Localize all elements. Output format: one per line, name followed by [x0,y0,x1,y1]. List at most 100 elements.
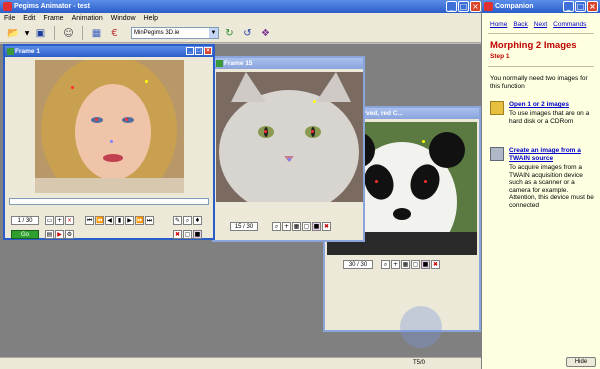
nav-home[interactable]: Home [490,21,507,28]
maximize-icon[interactable]: □ [195,47,203,55]
settings-icon[interactable]: ⚙ [65,230,74,239]
export-icon[interactable]: ▶ [55,230,64,239]
first-frame-icon[interactable]: ⏮ [85,216,94,225]
toolbar-separator [54,26,55,40]
frames-icon[interactable]: ▦ [89,26,104,41]
toolbar: 📂 ▼ ▣ ☺ ▦ € MinPegims 3D.ie ▼ ↻ ↺ ❖ [0,24,481,43]
last-frame-icon[interactable]: ⏭ [145,216,154,225]
menubar: File Edit Frame Animation Window Help [0,13,481,24]
woman-illustration [35,60,184,193]
menu-animation[interactable]: Animation [72,15,103,22]
hide-button[interactable]: Hide [566,357,596,367]
preview-icon[interactable]: ❖ [258,26,273,41]
menu-help[interactable]: Help [144,15,158,22]
morph-point[interactable] [288,158,291,161]
lock-icon[interactable]: ♦ [193,216,202,225]
close-icon[interactable]: × [587,1,598,12]
zoom-icon[interactable]: ⌕ [272,222,281,231]
menu-edit[interactable]: Edit [23,15,35,22]
companion-titlebar: Companion _ □ × [482,0,600,13]
user-icon[interactable]: ☺ [61,26,76,41]
close-icon[interactable]: × [204,47,212,55]
frame-window-1-titlebar[interactable]: Frame 1 _ □ × [5,46,213,57]
morph-point[interactable] [264,130,267,133]
maximize-icon[interactable]: □ [575,1,586,12]
format-select-value: MinPegims 3D.ie [134,30,180,36]
morph-point[interactable] [375,180,378,183]
frame-window-2[interactable]: Frame 15 15 / 30 ⌕ + ▦ ▢ ■ ✖ [212,56,365,242]
save-icon[interactable]: ▣ [33,26,48,41]
minimize-icon[interactable]: _ [563,1,574,12]
timeline-slider[interactable] [9,198,209,205]
menu-frame[interactable]: Frame [43,15,63,22]
euro-icon[interactable]: € [107,26,122,41]
frame-icon [7,48,14,55]
companion-panel: Companion _ □ × Home Back Next Commands … [481,0,600,369]
scanner-icon [490,147,504,161]
cross-icon[interactable]: ✖ [431,260,440,269]
grid-icon[interactable]: ▦ [292,222,301,231]
fast-forward-icon[interactable]: ⏩ [135,216,144,225]
frame-icon[interactable]: ▢ [302,222,311,231]
layer-icon[interactable]: ■ [421,260,430,269]
add-frame-icon[interactable]: + [55,216,64,225]
zoom-icon[interactable]: ⌕ [381,260,390,269]
morph-point[interactable] [110,140,113,143]
grid-icon[interactable]: ▦ [401,260,410,269]
delete-frame-icon[interactable]: × [65,216,74,225]
prev-frame-icon[interactable]: ◀ [105,216,114,225]
frame-window-2-titlebar[interactable]: Frame 15 [214,58,363,69]
morph-point[interactable] [125,118,128,121]
layer-icon[interactable]: ■ [193,230,202,239]
minimize-icon[interactable]: _ [186,47,194,55]
morph-point[interactable] [71,86,74,89]
edit-icon[interactable]: ✎ [173,216,182,225]
nav-back[interactable]: Back [513,21,527,28]
frame-icon[interactable]: ▢ [183,230,192,239]
nav-commands[interactable]: Commands [553,21,586,28]
twain-link[interactable]: Create an image from a TWAIN source [509,147,595,162]
dropdown-arrow-icon[interactable]: ▼ [24,26,30,41]
properties-icon[interactable]: ▤ [45,230,54,239]
option-open-images[interactable]: Open 1 or 2 images To use images that ar… [490,101,596,141]
maximize-icon[interactable]: □ [458,1,469,12]
morph-point[interactable] [311,130,314,133]
frame-icon[interactable]: ▢ [411,260,420,269]
menu-file[interactable]: File [4,15,15,22]
zoom-in-icon[interactable]: + [391,260,400,269]
morph-point[interactable] [145,80,148,83]
option-twain[interactable]: Create an image from a TWAIN source To a… [490,147,596,227]
insert-frame-icon[interactable]: ▭ [45,216,54,225]
close-icon[interactable]: × [470,1,481,12]
frame-window-1[interactable]: Frame 1 _ □ × 1 / 30 ▭ + × ⏮ ⏪ ◀ ▮ ▶ ⏩ ⏭… [3,44,215,240]
go-button[interactable]: Go [11,230,39,239]
morph-point[interactable] [313,100,316,103]
play-icon[interactable]: ▶ [125,216,134,225]
morph-point[interactable] [95,118,98,121]
cross-icon[interactable]: ✖ [173,230,182,239]
format-select[interactable]: MinPegims 3D.ie ▼ [131,27,219,39]
open-icon[interactable]: 📂 [6,26,21,41]
layer-icon[interactable]: ■ [312,222,321,231]
cross-icon[interactable]: ✖ [322,222,331,231]
nav-next[interactable]: Next [534,21,547,28]
pause-icon[interactable]: ▮ [115,216,124,225]
menu-window[interactable]: Window [111,15,136,22]
chevron-down-icon[interactable]: ▼ [209,28,218,38]
rewind-icon[interactable]: ⏪ [95,216,104,225]
app-title: Pegims Animator - test [14,3,90,10]
minimize-icon[interactable]: _ [446,1,457,12]
open-images-link[interactable]: Open 1 or 2 images [509,101,595,109]
twain-text: To acquire images from a TWAIN acquisiti… [509,164,594,209]
redo-icon[interactable]: ↻ [222,26,237,41]
statusbar: T5/0 [0,357,481,369]
undo-icon[interactable]: ↺ [240,26,255,41]
cat-illustration [216,72,363,202]
zoom-in-icon[interactable]: + [282,222,291,231]
morph-point[interactable] [422,140,425,143]
zoom-icon[interactable]: ⌕ [183,216,192,225]
morph-point[interactable] [424,180,427,183]
companion-nav: Home Back Next Commands [490,21,586,28]
divider [488,33,594,34]
frame-window-1-controls: _ □ × [186,47,212,55]
